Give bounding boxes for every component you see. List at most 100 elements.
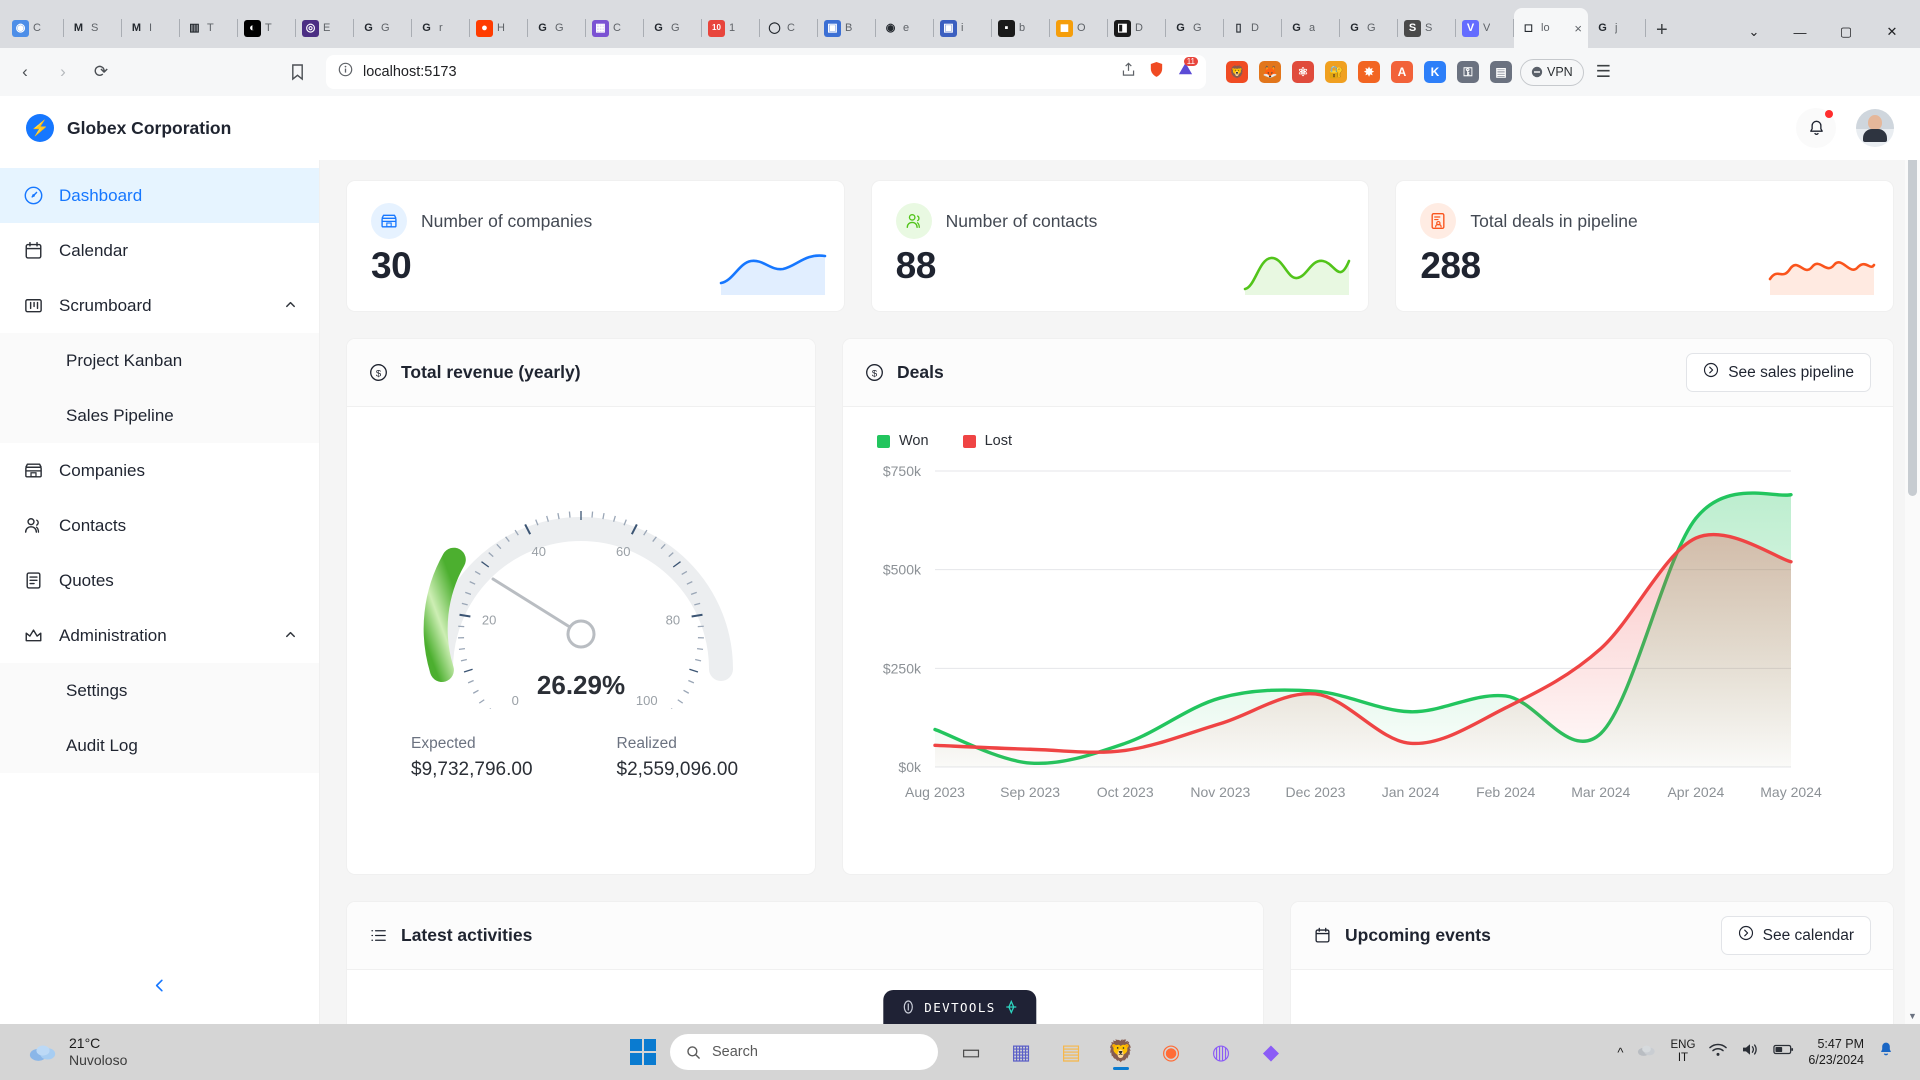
task-view-icon[interactable]: ▭ [952,1033,990,1071]
puzzle-icon[interactable]: ⚿ [1457,61,1479,83]
sidebar-subitem-audit-log[interactable]: Audit Log [0,718,319,773]
browser-tab[interactable]: SS [1398,8,1456,48]
user-avatar[interactable] [1856,109,1894,147]
visual-studio-icon[interactable]: ◆ [1252,1033,1290,1071]
browser-tab[interactable]: ▣ i [934,8,992,48]
new-tab-button[interactable]: + [1646,19,1678,48]
speaker-icon[interactable] [1741,1042,1759,1062]
brave-browser-icon[interactable]: 🦁 [1102,1033,1140,1071]
angular-icon[interactable]: A [1391,61,1413,83]
brave-shield-icon[interactable] [1148,61,1165,83]
sidebar-collapse-button[interactable] [0,977,319,994]
browser-tab[interactable]: ◎ E [296,8,354,48]
see-sales-pipeline-button[interactable]: See sales pipeline [1686,353,1871,392]
browser-tab[interactable]: GG [644,8,702,48]
onedrive-icon[interactable] [1637,1043,1656,1062]
sidebar-item-scrumboard[interactable]: Scrumboard [0,278,319,333]
browser-tab[interactable]: MS [64,8,122,48]
weather-widget[interactable]: 21°C Nuvoloso [12,1035,127,1070]
wallet-icon[interactable]: ▤ [1490,61,1512,83]
maximize-button[interactable]: ▢ [1824,24,1868,40]
back-icon[interactable]: ‹ [10,57,40,87]
brave-shield-icon[interactable]: 🦁 [1226,61,1248,83]
wifi-icon[interactable] [1709,1043,1728,1062]
browser-tab[interactable]: ▦ C [586,8,644,48]
browser-tab[interactable]: Ga [1282,8,1340,48]
tray-chevron-icon[interactable]: ^ [1617,1045,1623,1060]
notification-badge-icon[interactable]: 11 [1177,57,1198,83]
tab-title: G [1193,22,1202,34]
postman-icon[interactable]: ◉ [1152,1033,1190,1071]
tab-close-icon[interactable]: × [1574,21,1582,36]
notification-bell-button[interactable] [1796,108,1836,148]
browser-tab[interactable]: ◉ e [876,8,934,48]
browser-tab[interactable]: ● H [470,8,528,48]
bitwarden-icon[interactable]: 🔐 [1325,61,1347,83]
star-icon[interactable]: ✸ [1358,61,1380,83]
browser-tab[interactable]: Gj [1588,8,1646,48]
window-controls: ⌄ — ▢ ✕ [1732,24,1914,48]
chevron-up-icon[interactable] [284,298,297,314]
krita-icon[interactable]: ◍ [1202,1033,1240,1071]
browser-tab[interactable]: ▣ B [818,8,876,48]
browser-tab[interactable]: ▯ D [1224,8,1282,48]
forward-icon[interactable]: › [48,57,78,87]
browser-tab[interactable]: GG [528,8,586,48]
scrollbar-thumb[interactable] [1908,116,1917,496]
legend-item[interactable]: Won [877,433,929,449]
browser-tab[interactable]: ◯ C [760,8,818,48]
browser-tab[interactable]: 10 1 [702,8,760,48]
kagi-icon[interactable]: K [1424,61,1446,83]
vpn-button[interactable]: VPN [1520,58,1584,86]
scroll-down-arrow[interactable]: ▼ [1908,1011,1917,1021]
sidebar-subitem-sales-pipeline[interactable]: Sales Pipeline [0,388,319,443]
browser-tab[interactable]: ◨ D [1108,8,1166,48]
chevron-up-icon[interactable] [284,628,297,644]
language-indicator[interactable]: ENG IT [1670,1039,1695,1065]
browser-tab[interactable]: ▥ T [180,8,238,48]
share-icon[interactable] [1121,62,1136,82]
sidebar-item-calendar[interactable]: Calendar [0,223,319,278]
sidebar-subitem-project-kanban[interactable]: Project Kanban [0,333,319,388]
reload-icon[interactable]: ⟳ [86,57,116,87]
taskbar-clock[interactable]: 5:47 PM 6/23/2024 [1808,1036,1864,1069]
sidebar-item-companies[interactable]: Companies [0,443,319,498]
browser-tab[interactable]: MI [122,8,180,48]
see-calendar-button[interactable]: See calendar [1720,916,1871,955]
browser-tab[interactable]: ▪ b [992,8,1050,48]
browser-tab[interactable]: ◉ C [6,8,64,48]
metamask-icon[interactable]: 🦊 [1259,61,1281,83]
sidebar-item-quotes[interactable]: Quotes [0,553,319,608]
sidebar-subitem-settings[interactable]: Settings [0,663,319,718]
browser-tab[interactable]: ◻ lo × [1514,8,1588,48]
browser-tab[interactable]: GG [1340,8,1398,48]
minimize-button[interactable]: — [1778,25,1822,40]
bookmark-icon[interactable] [282,57,312,87]
brand[interactable]: ⚡ Globex Corporation [26,114,231,142]
browser-tab[interactable]: ◐ T [238,8,296,48]
teams-icon[interactable]: ▦ [1002,1033,1040,1071]
tray-bell-icon[interactable] [1878,1041,1894,1063]
battery-icon[interactable] [1773,1043,1794,1061]
page-scrollbar[interactable]: ▲ ▼ [1905,96,1920,1024]
devtools-badge[interactable]: DEVTOOLS [883,990,1037,1024]
hamburger-icon[interactable]: ☰ [1592,62,1615,82]
kpi-card: Total deals in pipeline 288 [1395,180,1895,312]
sidebar-item-administration[interactable]: Administration [0,608,319,663]
browser-tab[interactable]: ◼ O [1050,8,1108,48]
browser-tab[interactable]: GG [354,8,412,48]
address-bar[interactable]: localhost:5173 11 [326,55,1206,89]
react-devtools-icon[interactable]: ⚛ [1292,61,1314,83]
browser-tab[interactable]: GG [1166,8,1224,48]
start-button[interactable] [630,1039,656,1065]
sidebar-item-contacts[interactable]: Contacts [0,498,319,553]
legend-item[interactable]: Lost [962,433,1012,449]
close-button[interactable]: ✕ [1870,24,1914,40]
sidebar-item-dashboard[interactable]: Dashboard [0,168,319,223]
taskbar-search-input[interactable]: Search [670,1034,938,1070]
browser-tab[interactable]: VV [1456,8,1514,48]
browser-tab[interactable]: Gr [412,8,470,48]
file-explorer-icon[interactable]: ▤ [1052,1033,1090,1071]
tab-list-button[interactable]: ⌄ [1732,24,1776,40]
info-icon[interactable] [338,62,353,82]
